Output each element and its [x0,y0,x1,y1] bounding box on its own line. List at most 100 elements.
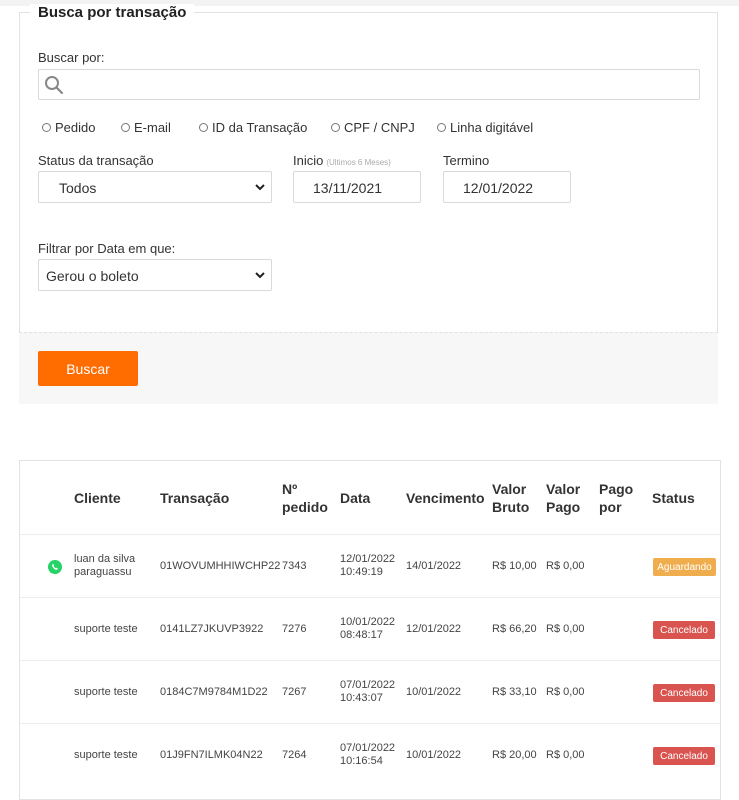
header-pago-por-line1: Pago [599,481,634,497]
radio-id-transacao[interactable]: ID da Transação [199,119,307,135]
start-date-value: 13/11/2021 [313,180,383,196]
cell-vencimento: 14/01/2022 [406,560,462,572]
radio-label: CPF / CNPJ [344,119,415,135]
cell-cliente-line1: luan da silva [74,553,136,565]
cell-data-date: 07/01/2022 [340,679,396,691]
cell-pedido: 7343 [282,560,307,572]
table-row[interactable]: suporte teste 0184C7M9784M1D22 7267 07/0… [20,660,720,723]
header-valor-bruto-line1: Valor [492,481,527,497]
cell-transacao: 01WOVUMHHIWCHP22 [160,560,281,572]
table-row[interactable]: suporte teste 0141LZ7JKUVP3922 7276 10/0… [20,597,720,660]
radio-label: Pedido [55,119,96,135]
status-select-value: Todos [59,180,97,196]
radio-label: E-mail [134,119,171,135]
header-pedido-line2: pedido [282,499,328,515]
radio-circle[interactable] [331,122,340,132]
header-valor-pago-line2: Pago [546,499,581,515]
cell-pedido: 7264 [282,749,307,761]
header-pago-por-line2: por [599,499,622,515]
radio-label: ID da Transação [212,119,308,135]
cell-data-date: 12/01/2022 [340,553,396,565]
radio-circle[interactable] [121,122,130,132]
cell-transacao: 0141LZ7JKUVP3922 [160,623,264,635]
transactions-table: Cliente Transação Nº pedido Data Vencimen… [19,460,721,800]
start-date-label-text: Inicio [293,153,324,168]
search-button[interactable]: Buscar [38,351,138,386]
radio-pedido[interactable]: Pedido [42,119,95,135]
status-badge: Cancelado [653,747,715,765]
cell-cliente: suporte teste [74,686,138,698]
cell-transacao: 0184C7M9784M1D22 [160,686,268,698]
cell-data: 10/01/2022 08:48:17 [340,616,395,642]
radio-linha-digitavel[interactable]: Linha digitável [437,119,533,135]
header-vencimento: Vencimento [406,490,485,506]
chevron-down-icon [254,268,266,285]
cell-cliente-line2: paraguassu [74,566,132,578]
cell-valor-pago: R$ 0,00 [546,686,585,698]
cell-data-time: 08:48:17 [340,629,383,641]
start-date-hint: (Ultimos 6 Meses) [326,158,391,167]
cell-vencimento: 12/01/2022 [406,623,462,635]
header-valor-pago: Valor Pago [546,480,580,516]
cell-pedido: 7276 [282,623,307,635]
cell-cliente: suporte teste [74,623,138,635]
cell-data-date: 07/01/2022 [340,742,396,754]
cell-data-date: 10/01/2022 [340,616,396,628]
cell-pedido: 7267 [282,686,307,698]
search-input[interactable] [71,73,695,97]
panel-title: Busca por transação [30,4,195,22]
header-status: Status [652,490,695,506]
cell-data: 07/01/2022 10:16:54 [340,742,395,768]
header-pedido-line1: Nº [282,481,298,497]
table-row[interactable]: luan da silva paraguassu 01WOVUMHHIWCHP22… [20,534,720,597]
radio-circle[interactable] [437,122,446,132]
header-cliente: Cliente [74,490,121,506]
header-valor-bruto: Valor Bruto [492,480,529,516]
radio-circle[interactable] [42,122,51,132]
header-valor-bruto-line2: Bruto [492,499,530,515]
cell-valor-bruto: R$ 33,10 [492,686,537,698]
radio-circle[interactable] [199,122,208,132]
cell-transacao: 01J9FN7ILMK04N22 [160,749,263,761]
status-badge: Aguardando [653,558,716,576]
whatsapp-icon[interactable] [47,559,63,575]
header-valor-pago-line1: Valor [546,481,581,497]
start-date-input[interactable]: 13/11/2021 [293,171,421,203]
date-filter-value: Gerou o boleto [46,268,139,284]
header-pedido: Nº pedido [282,480,328,516]
cell-data-time: 10:49:19 [340,566,383,578]
header-pago-por: Pago por [599,480,633,516]
end-date-label: Termino [443,153,490,168]
cell-valor-bruto: R$ 66,20 [492,623,537,635]
cell-valor-pago: R$ 0,00 [546,623,585,635]
cell-vencimento: 10/01/2022 [406,749,462,761]
radio-cpf-cnpj[interactable]: CPF / CNPJ [331,119,415,135]
cell-valor-pago: R$ 0,00 [546,560,585,572]
search-icon [45,76,64,95]
cell-valor-bruto: R$ 20,00 [492,749,537,761]
cell-data: 12/01/2022 10:49:19 [340,553,395,579]
cell-data: 07/01/2022 10:43:07 [340,679,395,705]
cell-valor-pago: R$ 0,00 [546,749,585,761]
header-data: Data [340,490,371,506]
cell-valor-bruto: R$ 10,00 [492,560,537,572]
chevron-down-icon [254,180,266,197]
end-date-value: 12/01/2022 [463,180,534,196]
status-select[interactable]: Todos [38,171,272,203]
status-badge: Cancelado [653,684,715,702]
table-row[interactable]: suporte teste 01J9FN7ILMK04N22 7264 07/0… [20,723,720,786]
radio-email[interactable]: E-mail [121,119,171,135]
date-filter-select[interactable]: Gerou o boleto [38,259,272,291]
cell-data-time: 10:43:07 [340,692,383,704]
cell-cliente: suporte teste [74,749,138,761]
end-date-input[interactable]: 12/01/2022 [443,171,571,203]
header-transacao: Transação [160,490,230,506]
radio-label: Linha digitável [450,119,534,135]
date-filter-label: Filtrar por Data em que: [38,241,176,256]
start-date-label: Inicio (Ultimos 6 Meses) [293,153,391,168]
cell-cliente: luan da silva paraguassu [74,553,135,579]
search-label: Buscar por: [38,50,105,65]
status-label: Status da transação [38,153,154,168]
search-field[interactable] [38,69,700,100]
cell-vencimento: 10/01/2022 [406,686,462,698]
